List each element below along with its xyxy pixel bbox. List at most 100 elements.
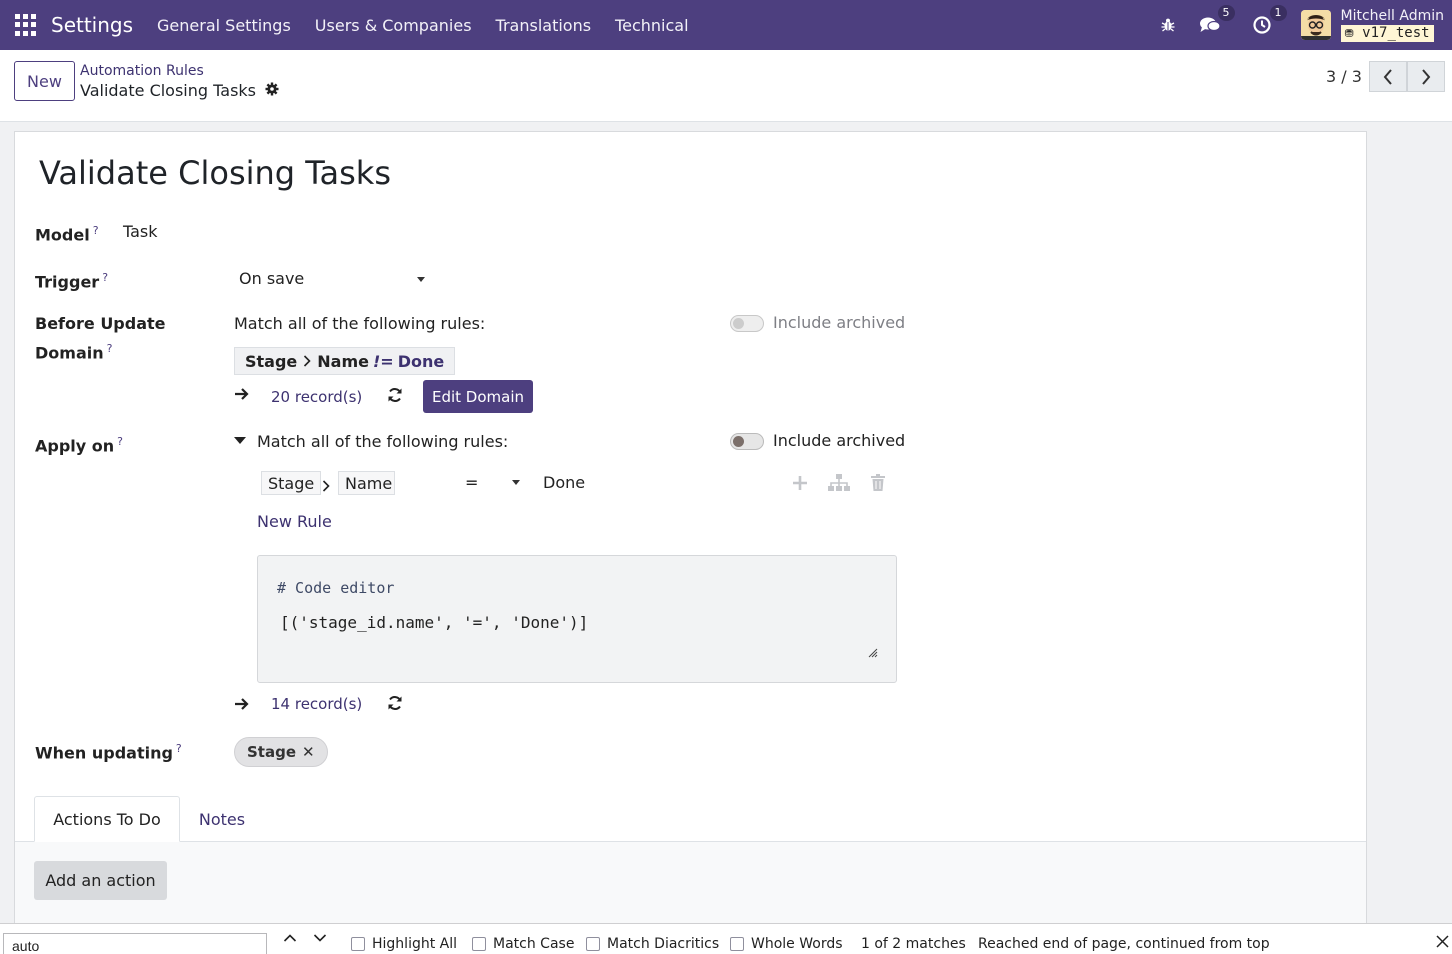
highlight-all-label: Highlight All [372, 936, 458, 952]
messages-chat-icon[interactable]: 5 [1199, 5, 1235, 36]
chevron-down-icon[interactable] [512, 480, 520, 485]
breadcrumb-current-label: Validate Closing Tasks [80, 81, 256, 100]
tab-notes[interactable]: Notes [183, 796, 261, 842]
help-tooltip-icon[interactable]: ? [117, 435, 123, 448]
close-find-bar-icon[interactable] [1436, 935, 1449, 952]
debug-bug-icon[interactable] [1157, 14, 1179, 36]
code-comment: # Code editor [277, 579, 395, 597]
match-case-label: Match Case [493, 936, 575, 952]
chevron-down-icon [417, 277, 425, 282]
add-rule-plus-icon[interactable] [792, 475, 808, 495]
pager-buttons [1369, 61, 1445, 92]
arrow-right-icon [234, 385, 250, 406]
form-sheet: Validate Closing Tasks Model? Task Trigg… [14, 131, 1367, 932]
apply-include-archived-toggle[interactable] [730, 433, 764, 450]
whole-words-label: Whole Words [751, 936, 843, 952]
add-action-button[interactable]: Add an action [34, 861, 167, 900]
before-records-count-link[interactable]: 20 record(s) [271, 388, 362, 406]
arrow-right-icon [234, 695, 250, 716]
refresh-icon[interactable] [387, 387, 403, 407]
model-label: Model? [35, 224, 99, 245]
match-diacritics-checkbox[interactable]: Match Diacritics [586, 936, 719, 952]
help-tooltip-icon[interactable]: ? [176, 742, 182, 755]
database-badge: ⛃ v17_test [1340, 24, 1434, 42]
help-tooltip-icon[interactable]: ? [93, 224, 99, 237]
chevron-right-icon [1422, 68, 1431, 85]
help-tooltip-icon[interactable]: ? [107, 342, 113, 355]
new-rule-link[interactable]: New Rule [257, 512, 332, 531]
apply-match-text: Match all of the following rules: [257, 432, 509, 451]
match-diacritics-label: Match Diacritics [607, 936, 720, 952]
rule-operator-select[interactable]: = [465, 473, 478, 492]
find-previous-chevron-up-icon[interactable] [283, 932, 297, 948]
chevron-left-icon [1383, 68, 1392, 85]
rule-path-field-stage[interactable]: Stage [261, 471, 322, 495]
user-menu[interactable]: Mitchell Admin ⛃ v17_test [1340, 7, 1445, 42]
notebook-tabs: Actions To Do Notes [15, 796, 1366, 842]
model-value: Task [123, 222, 158, 241]
add-branch-sitemap-icon[interactable] [828, 474, 850, 496]
find-next-chevron-down-icon[interactable] [313, 932, 327, 948]
breadcrumb-current: Validate Closing Tasks [80, 81, 279, 100]
tab-content-actions: Add an action [15, 842, 1366, 932]
find-status-text: Reached end of page, continued from top [978, 936, 1270, 952]
activities-clock-icon[interactable]: 1 [1251, 5, 1287, 36]
delete-rule-trash-icon[interactable] [871, 474, 885, 495]
database-icon: ⛃ [1344, 26, 1354, 40]
user-avatar[interactable] [1300, 10, 1331, 40]
match-case-checkbox[interactable]: Match Case [472, 936, 574, 952]
pager-previous-button[interactable] [1369, 61, 1407, 92]
chevron-right-icon [322, 477, 330, 496]
find-matches-count: 1 of 2 matches [861, 936, 966, 952]
before-match-text: Match all of the following rules: [234, 314, 486, 333]
activities-count-badge: 1 [1269, 5, 1287, 21]
app-brand[interactable]: Settings [51, 13, 133, 37]
trigger-select[interactable]: On save [239, 269, 427, 288]
code-editor[interactable]: # Code editor [('stage_id.name', '=', 'D… [257, 555, 897, 683]
trigger-value: On save [239, 269, 305, 288]
when-updating-tag: Stage ✕ [234, 737, 328, 767]
before-include-archived-toggle[interactable] [730, 315, 764, 332]
before-domain-chip: Stage Name != Done [234, 347, 456, 375]
navbar-systray: 5 1 Mitchell Admin ⛃ v17_test [1157, 0, 1452, 50]
trigger-label: Trigger? [35, 271, 109, 292]
edit-domain-button[interactable]: Edit Domain [423, 380, 533, 413]
caret-down-icon[interactable] [234, 437, 246, 444]
chevron-right-icon [303, 352, 311, 371]
menu-general-settings[interactable]: General Settings [145, 16, 303, 35]
help-tooltip-icon[interactable]: ? [102, 271, 108, 284]
apply-records-count-link[interactable]: 14 record(s) [271, 695, 362, 713]
highlight-all-checkbox[interactable]: Highlight All [351, 936, 457, 952]
apply-include-archived-label: Include archived [773, 431, 906, 450]
apps-menu-icon[interactable] [15, 14, 37, 36]
before-include-archived-label: Include archived [773, 313, 906, 332]
record-title[interactable]: Validate Closing Tasks [39, 154, 391, 192]
breadcrumb-parent-link[interactable]: Automation Rules [80, 63, 204, 79]
menu-translations[interactable]: Translations [484, 16, 604, 35]
tab-actions-to-do[interactable]: Actions To Do [34, 796, 180, 842]
database-name: v17_test [1362, 24, 1430, 41]
browser-find-bar: Highlight All Match Case Match Diacritic… [0, 923, 1452, 954]
pager-value[interactable]: 3 / 3 [1326, 67, 1362, 86]
new-record-button[interactable]: New [14, 61, 75, 101]
pager-next-button[interactable] [1407, 61, 1445, 92]
apply-on-label: Apply on? [35, 435, 123, 456]
find-input[interactable] [3, 933, 267, 954]
refresh-icon[interactable] [387, 695, 403, 715]
when-updating-tag-label: Stage [247, 743, 297, 761]
resize-grip-icon[interactable] [868, 643, 878, 662]
remove-tag-close-icon[interactable]: ✕ [302, 743, 315, 761]
top-navbar: Settings General Settings Users & Compan… [0, 0, 1452, 50]
user-name: Mitchell Admin [1340, 7, 1445, 24]
rule-path-field-name[interactable]: Name [338, 471, 395, 495]
messages-count-badge: 5 [1217, 5, 1235, 21]
menu-technical[interactable]: Technical [603, 16, 700, 35]
rule-value-input[interactable]: Done [543, 473, 585, 492]
before-update-domain-label: Before Update Domain? [35, 314, 166, 363]
control-panel: New Automation Rules Validate Closing Ta… [0, 50, 1452, 122]
code-domain-line: [('stage_id.name', '=', 'Done')] [280, 613, 589, 632]
gear-icon[interactable] [265, 81, 279, 100]
whole-words-checkbox[interactable]: Whole Words [730, 936, 843, 952]
menu-users-companies[interactable]: Users & Companies [303, 16, 484, 35]
when-updating-label: When updating? [35, 742, 182, 763]
